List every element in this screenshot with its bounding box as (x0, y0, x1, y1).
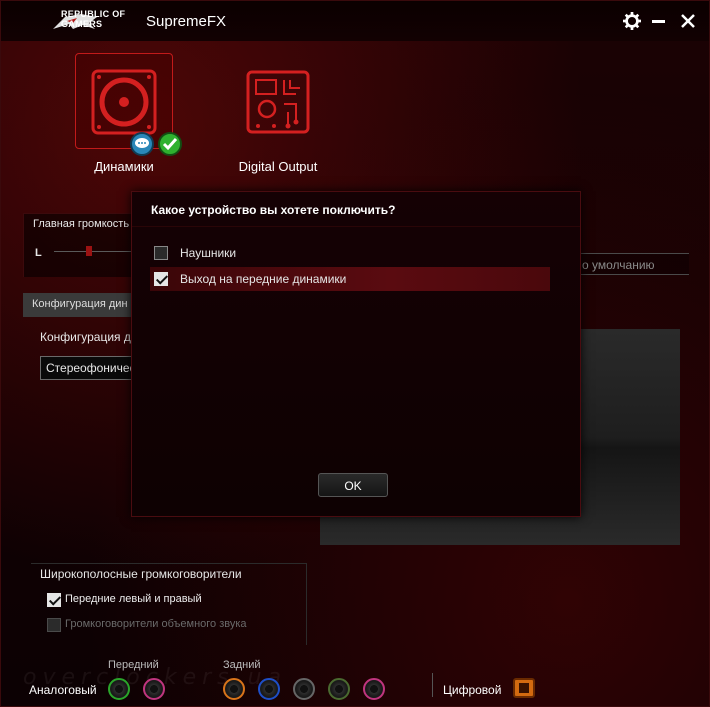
ok-button[interactable]: OK (318, 473, 388, 497)
jack-separator (432, 673, 433, 697)
dialog-option-headphones[interactable]: Наушники (150, 241, 550, 265)
device-speakers-tile[interactable] (75, 53, 182, 156)
close-icon[interactable] (678, 11, 698, 31)
gear-icon[interactable] (623, 12, 641, 30)
device-speakers-label: Динамики (94, 159, 154, 174)
front-lr-label: Передние левый и правый (65, 593, 202, 605)
dialog-divider (132, 226, 580, 227)
rear-jack-gray[interactable] (328, 678, 350, 700)
main-volume-title: Главная громкость (33, 218, 130, 230)
rear-jack-orange[interactable] (223, 678, 245, 700)
headphones-label: Наушники (180, 246, 237, 260)
front-jack-pink[interactable] (143, 678, 165, 700)
rog-brand-text: REPUBLIC OF GAMERS (61, 9, 125, 29)
title-bar: REPUBLIC OF GAMERS SupremeFX (1, 1, 709, 41)
front-speakers-label: Выход на передние динамики (180, 272, 347, 286)
checkmark-icon (158, 132, 182, 156)
tab-speaker-config[interactable]: Конфигурация дин (23, 293, 135, 317)
wideband-title: Широкополосные громкоговорители (40, 567, 242, 581)
surround-checkbox (47, 618, 61, 632)
rear-jack-black[interactable] (293, 678, 315, 700)
left-channel-label: L (35, 247, 42, 259)
headphones-checkbox[interactable] (154, 246, 168, 260)
device-digital-label: Digital Output (238, 159, 318, 174)
front-jacks-label: Передний (108, 659, 159, 671)
digital-label: Цифровой (443, 683, 502, 697)
circuit-board-icon (246, 70, 310, 134)
speaker-config-select[interactable]: Стереофоничес (40, 356, 136, 380)
brand-line-2: GAMERS (61, 19, 103, 29)
brand-line-1: REPUBLIC OF (61, 9, 126, 19)
volume-slider-track[interactable] (54, 251, 140, 252)
speaker-config-label: Конфигурация д (40, 330, 131, 344)
rear-jack-blue[interactable] (258, 678, 280, 700)
device-connect-dialog: Какое устройство вы хотете поключить? На… (131, 191, 581, 517)
volume-slider-handle[interactable] (86, 246, 92, 256)
dialog-option-front-speakers[interactable]: Выход на передние динамики (150, 267, 550, 291)
device-digital-tile[interactable] (229, 53, 327, 149)
minimize-button[interactable] (652, 20, 665, 23)
app-title: SupremeFX (146, 13, 227, 30)
chat-bubble-icon (130, 132, 154, 156)
front-jack-green[interactable] (108, 678, 130, 700)
surround-label: Громкоговорители объемного звука (65, 618, 247, 630)
rear-jacks-label: Задний (223, 659, 261, 671)
front-lr-checkbox[interactable] (47, 593, 61, 607)
front-speakers-checkbox[interactable] (154, 272, 168, 286)
wideband-speakers-section: Широкополосные громкоговорители Передние… (31, 563, 307, 645)
rear-jack-pink[interactable] (363, 678, 385, 700)
analog-label: Аналоговый (29, 683, 97, 697)
device-digital-output[interactable]: Digital Output (229, 53, 327, 174)
digital-port-icon[interactable] (513, 678, 535, 698)
dialog-title: Какое устройство вы хотете поключить? (151, 203, 396, 217)
device-speakers[interactable]: Динамики (75, 53, 182, 174)
supremefx-window: REPUBLIC OF GAMERS SupremeFX Динамики Di… (0, 0, 710, 707)
